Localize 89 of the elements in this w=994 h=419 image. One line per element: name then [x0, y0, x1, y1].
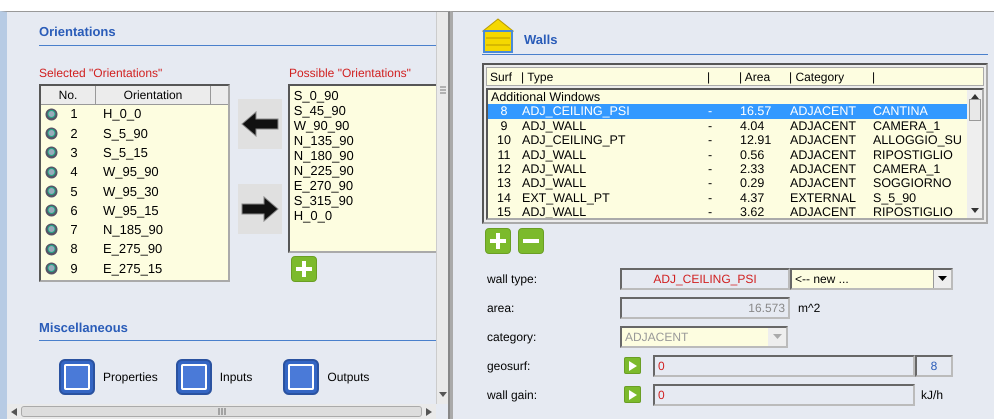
list-item[interactable]: N_180_90 — [294, 148, 432, 162]
list-label: Possible "Orientations" — [289, 64, 411, 76]
list-item[interactable]: H_0_0 — [294, 208, 432, 222]
table-cell-text: 3 — [69, 144, 79, 162]
table-row[interactable]: 10 ADJ_CEILING_PT - 12.91 ADJACENT ALLOGGIO_SU — [488, 133, 967, 148]
play-button[interactable] — [624, 357, 641, 374]
play-button[interactable] — [624, 386, 641, 403]
square-icon[interactable] — [176, 359, 212, 395]
table-row[interactable]: 9 ADJ_WALL - 4.04 ADJACENT CAMERA_1 — [488, 118, 967, 134]
table-row[interactable]: 14 EXT_WALL_PT - 4.37 EXTERNAL S_5_90 — [488, 190, 967, 206]
list-item[interactable]: E_270_90 — [294, 178, 432, 192]
table-cell-text: 2 — [69, 124, 79, 143]
table-cell-text: W_95_30 — [103, 182, 159, 201]
list-item[interactable]: W_90_90 — [294, 118, 432, 132]
button-label[interactable]: Outputs — [327, 368, 370, 386]
plus-icon — [489, 232, 507, 250]
add-button[interactable] — [290, 256, 317, 282]
value-field[interactable]: 0 — [653, 354, 915, 376]
table-cell-text: S_5_90 — [103, 124, 148, 143]
section-title: Walls — [524, 30, 558, 48]
field-label: geosurf: — [487, 358, 532, 374]
vertical-scrollbar[interactable] — [967, 90, 982, 218]
button-label[interactable]: Inputs — [220, 368, 252, 386]
category-dropdown: ADJACENT — [620, 326, 788, 348]
column-header: | — [707, 69, 712, 85]
table-cell-text: S_5_15 — [103, 144, 148, 162]
play-icon — [628, 390, 637, 400]
field-label: category: — [487, 328, 538, 346]
group-header: Additional Windows — [490, 90, 602, 104]
table-cell-text: 4 — [69, 163, 79, 182]
unit-label: kJ/h — [921, 386, 944, 404]
list-label: Selected "Orientations" — [39, 64, 164, 76]
plus-icon — [294, 260, 313, 278]
table-cell-text: 1 — [69, 105, 79, 124]
move-right-button[interactable] — [238, 184, 282, 234]
list-item[interactable]: S_0_90 — [294, 88, 432, 102]
column-header: | Type — [520, 69, 554, 85]
add-button[interactable] — [485, 228, 511, 254]
column-header: | Area — [739, 69, 772, 85]
grip-icon — [216, 408, 226, 415]
square-icon[interactable] — [59, 359, 95, 395]
table-row[interactable]: 12 ADJ_WALL - 2.33 ADJACENT CAMERA_1 — [488, 162, 967, 176]
table-cell-text: W_95_90 — [103, 163, 159, 182]
minus-icon — [523, 239, 539, 243]
column-header: Orientation — [96, 86, 211, 104]
table-cell-text: 7 — [69, 221, 79, 240]
column-header: | Category — [789, 69, 846, 85]
table-cell-text: 5 — [69, 182, 79, 201]
column-header: No. — [41, 86, 96, 104]
table-cell-text: H_0_0 — [103, 105, 142, 124]
list-item[interactable]: N_135_90 — [294, 132, 432, 148]
table-cell-text: 9 — [69, 260, 79, 278]
caret-icon — [768, 328, 786, 346]
square-icon[interactable] — [283, 359, 320, 395]
table-cell-text: 6 — [69, 202, 79, 220]
column-header: Surf — [489, 69, 514, 85]
play-icon — [628, 360, 637, 370]
table-cell-text: 8 — [69, 240, 79, 258]
scroll-right-icon[interactable] — [426, 408, 432, 416]
list-item[interactable]: N_225_90 — [294, 162, 432, 178]
scroll-down-icon[interactable] — [970, 208, 978, 214]
table-row[interactable]: 11 ADJ_WALL - 0.56 ADJACENT RIPOSTIGLIO — [488, 148, 967, 162]
list-item[interactable]: S_45_90 — [294, 102, 432, 118]
remove-button[interactable] — [518, 228, 544, 254]
list-item[interactable]: S_315_90 — [294, 192, 432, 208]
table-row[interactable]: 13 ADJ_WALL - 0.29 ADJACENT SOGGIORNO — [488, 176, 967, 191]
vertical-scrollbar[interactable] — [436, 12, 448, 404]
section-title: Miscellaneous — [39, 318, 436, 341]
scroll-down-icon[interactable] — [438, 392, 446, 398]
table-cell-text: E_275_90 — [103, 240, 162, 258]
move-left-button[interactable] — [238, 98, 282, 148]
table-cell-text: W_95_15 — [103, 202, 159, 220]
scroll-thumb[interactable] — [968, 99, 980, 121]
type-dropdown[interactable]: <-- new ... — [790, 268, 953, 290]
field-label: wall gain: — [487, 386, 538, 404]
horizontal-scrollbar[interactable] — [7, 404, 436, 419]
button-label[interactable]: Properties — [103, 368, 158, 386]
count-field: 8 — [915, 354, 953, 376]
unit-label: m^2 — [798, 300, 820, 316]
section-title: Orientations — [39, 22, 436, 46]
field-label: wall type: — [487, 270, 538, 288]
column-header: | — [872, 69, 876, 85]
type-field: ADJ_CEILING_PSI — [620, 268, 790, 290]
table-cell-text: N_185_90 — [103, 221, 163, 240]
field-label: area: — [487, 300, 516, 316]
value-field[interactable]: 0 — [653, 384, 915, 406]
table-cell-text: E_275_15 — [103, 260, 162, 278]
caret-icon — [933, 270, 951, 288]
scroll-left-icon[interactable] — [11, 408, 17, 416]
